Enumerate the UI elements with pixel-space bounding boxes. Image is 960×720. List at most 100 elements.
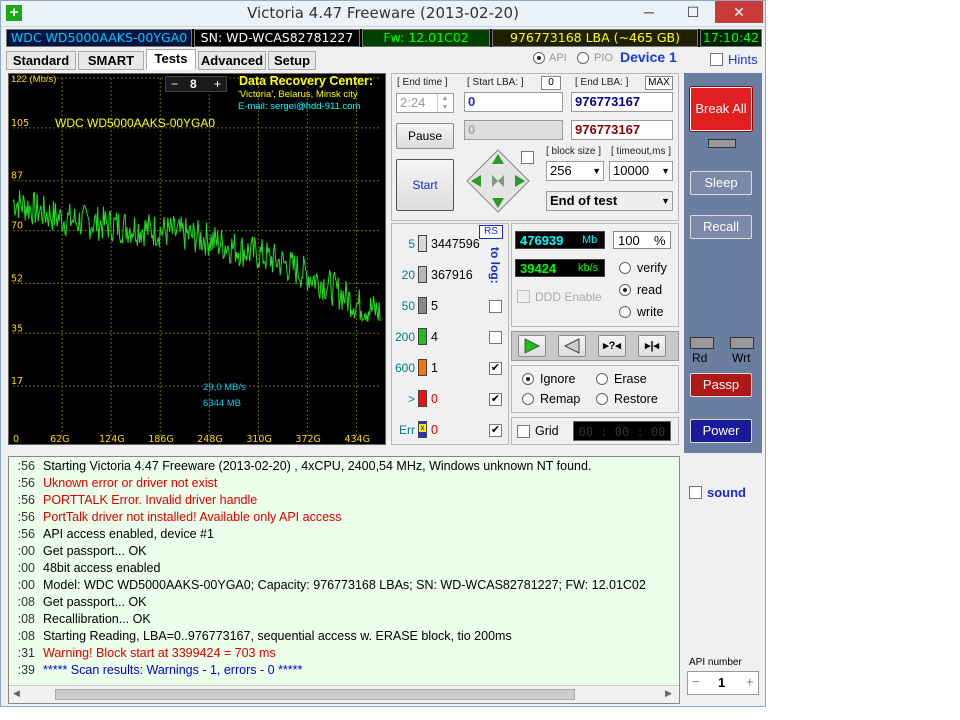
drive-firmware: Fw: 12.01C02: [362, 29, 490, 47]
log-line: :56 PORTTALK Error. Invalid driver handle: [9, 492, 669, 509]
api-plus-button[interactable]: +: [746, 674, 754, 689]
log-line: :00 Get passport... OK: [9, 543, 669, 560]
mb-unit: Mb: [582, 234, 598, 246]
end-action-value: End of test: [550, 193, 618, 208]
max-button[interactable]: MAX: [645, 76, 673, 90]
tab-advanced[interactable]: Advanced: [198, 51, 266, 70]
to-log-checkbox[interactable]: ✔: [489, 362, 502, 375]
log-timestamp: :00: [17, 544, 35, 558]
log-scroll-thumb[interactable]: [55, 689, 575, 700]
scroll-right-icon[interactable]: ▶: [665, 688, 672, 699]
remap-radio[interactable]: [522, 393, 534, 405]
latency-count: 0: [431, 392, 438, 406]
latency-ms-label: Err: [399, 423, 415, 437]
wrt-label: Wrt: [732, 351, 751, 365]
x-tick-label: 310G: [246, 434, 271, 444]
sound-checkbox[interactable]: [689, 486, 702, 499]
recall-button[interactable]: Recall: [690, 215, 752, 239]
tab-standard[interactable]: Standard: [6, 51, 76, 70]
restore-radio[interactable]: [596, 393, 608, 405]
pio-radio[interactable]: [577, 52, 589, 64]
start-lba-reset-button[interactable]: 0: [541, 76, 561, 90]
minimize-button[interactable]: ─: [627, 1, 671, 23]
rewind-button[interactable]: [558, 335, 586, 357]
maximize-button[interactable]: ☐: [671, 1, 715, 23]
play-button[interactable]: [518, 335, 546, 357]
api-radio[interactable]: [533, 52, 545, 64]
log-line: :31 Warning! Block start at 3399424 = 703…: [9, 645, 669, 662]
to-log-checkbox[interactable]: ✔: [489, 393, 502, 406]
zoom-minus-button[interactable]: −: [171, 77, 178, 91]
latency-ms-label: >: [407, 392, 415, 406]
end-lba-label: [ End LBA: ]: [575, 77, 629, 88]
goto-end-button[interactable]: ▸|◂: [638, 335, 666, 357]
y-tick-label: 87: [11, 171, 23, 182]
write-radio[interactable]: [619, 306, 631, 318]
read-radio[interactable]: [619, 284, 631, 296]
erase-radio[interactable]: [596, 373, 608, 385]
to-log-checkbox[interactable]: [489, 300, 502, 313]
latency-count: 3447596: [431, 237, 480, 251]
latency-ms-label: 20: [401, 268, 415, 282]
to-log-checkbox[interactable]: [489, 331, 502, 344]
log-timestamp: :56: [17, 493, 35, 507]
end-lba-field[interactable]: 976773167: [571, 92, 673, 112]
tab-smart[interactable]: SMART: [78, 51, 144, 70]
rd-label: Rd: [692, 351, 708, 365]
close-button[interactable]: ✕: [715, 1, 763, 23]
timeout-select[interactable]: 10000 ▼: [609, 161, 673, 181]
latency-color-box: [418, 390, 427, 407]
end-time-spinner[interactable]: ▲ ▼: [437, 94, 452, 112]
hints-checkbox[interactable]: [710, 53, 723, 66]
x-tick-label: 186G: [148, 434, 174, 444]
end-time-label: [ End time ]: [397, 77, 448, 88]
tab-setup[interactable]: Setup: [268, 51, 316, 70]
clock: 17:10:42: [700, 29, 762, 47]
sound-label: sound: [707, 485, 746, 500]
api-label: API: [549, 52, 567, 64]
latency-color-box: [418, 235, 427, 252]
break-indicator: [708, 139, 736, 148]
current-end-lba-field: 976773167: [571, 120, 673, 140]
grid-checkbox[interactable]: [517, 425, 530, 438]
start-lba-field[interactable]: 0: [464, 92, 563, 112]
device-label[interactable]: Device 1: [620, 49, 677, 65]
ignore-radio[interactable]: [522, 373, 534, 385]
title-bar[interactable]: + Victoria 4.47 Freeware (2013-02-20) ─ …: [1, 1, 765, 27]
block-size-select[interactable]: 256 ▼: [546, 161, 604, 181]
reset-stats-button[interactable]: RS: [479, 225, 503, 239]
pause-button[interactable]: Pause: [396, 123, 454, 149]
skip-unknown-button[interactable]: ▸?◂: [598, 335, 626, 357]
drive-capacity: 976773168 LBA (~465 GB): [492, 29, 698, 47]
verify-radio[interactable]: [619, 262, 631, 274]
read-label: read: [637, 283, 663, 297]
speed-graph: 105 87 70 52 35 17 0 62G 124G 186G 248G 310G 372G 434…: [8, 73, 386, 445]
log-timestamp: :08: [17, 612, 35, 626]
sleep-button[interactable]: Sleep: [690, 171, 752, 195]
scroll-left-icon[interactable]: ◀: [13, 688, 20, 699]
ddd-checkbox[interactable]: [517, 290, 530, 303]
passp-button[interactable]: Passp: [690, 373, 752, 397]
latency-color-box: [418, 359, 427, 376]
current-lba-field: 0: [464, 120, 563, 140]
chevron-down-icon: ▼: [592, 166, 601, 176]
latency-count: 1: [431, 361, 438, 375]
start-button[interactable]: Start: [396, 159, 454, 211]
power-button[interactable]: Power: [690, 419, 752, 443]
drive-model: WDC WD5000AAKS-00YGA0: [6, 29, 192, 47]
api-number-value: 1: [718, 675, 726, 690]
latency-color-box: [418, 297, 427, 314]
latency-count: 367916: [431, 268, 473, 282]
end-action-select[interactable]: End of test ▼: [546, 191, 673, 211]
log-timestamp: :56: [17, 459, 35, 473]
to-log-checkbox[interactable]: ✔: [489, 424, 502, 437]
api-number-spinner[interactable]: − 1 +: [687, 671, 759, 695]
chevron-down-icon: ▼: [661, 196, 670, 206]
log-timestamp: :00: [17, 578, 35, 592]
log-hscrollbar[interactable]: ◀ ▶: [9, 685, 679, 703]
pad-lock-checkbox[interactable]: [521, 151, 534, 164]
zoom-plus-button[interactable]: +: [214, 77, 221, 91]
break-all-button[interactable]: Break All: [690, 87, 752, 131]
api-minus-button[interactable]: −: [692, 674, 700, 689]
tab-tests[interactable]: Tests: [146, 49, 196, 70]
